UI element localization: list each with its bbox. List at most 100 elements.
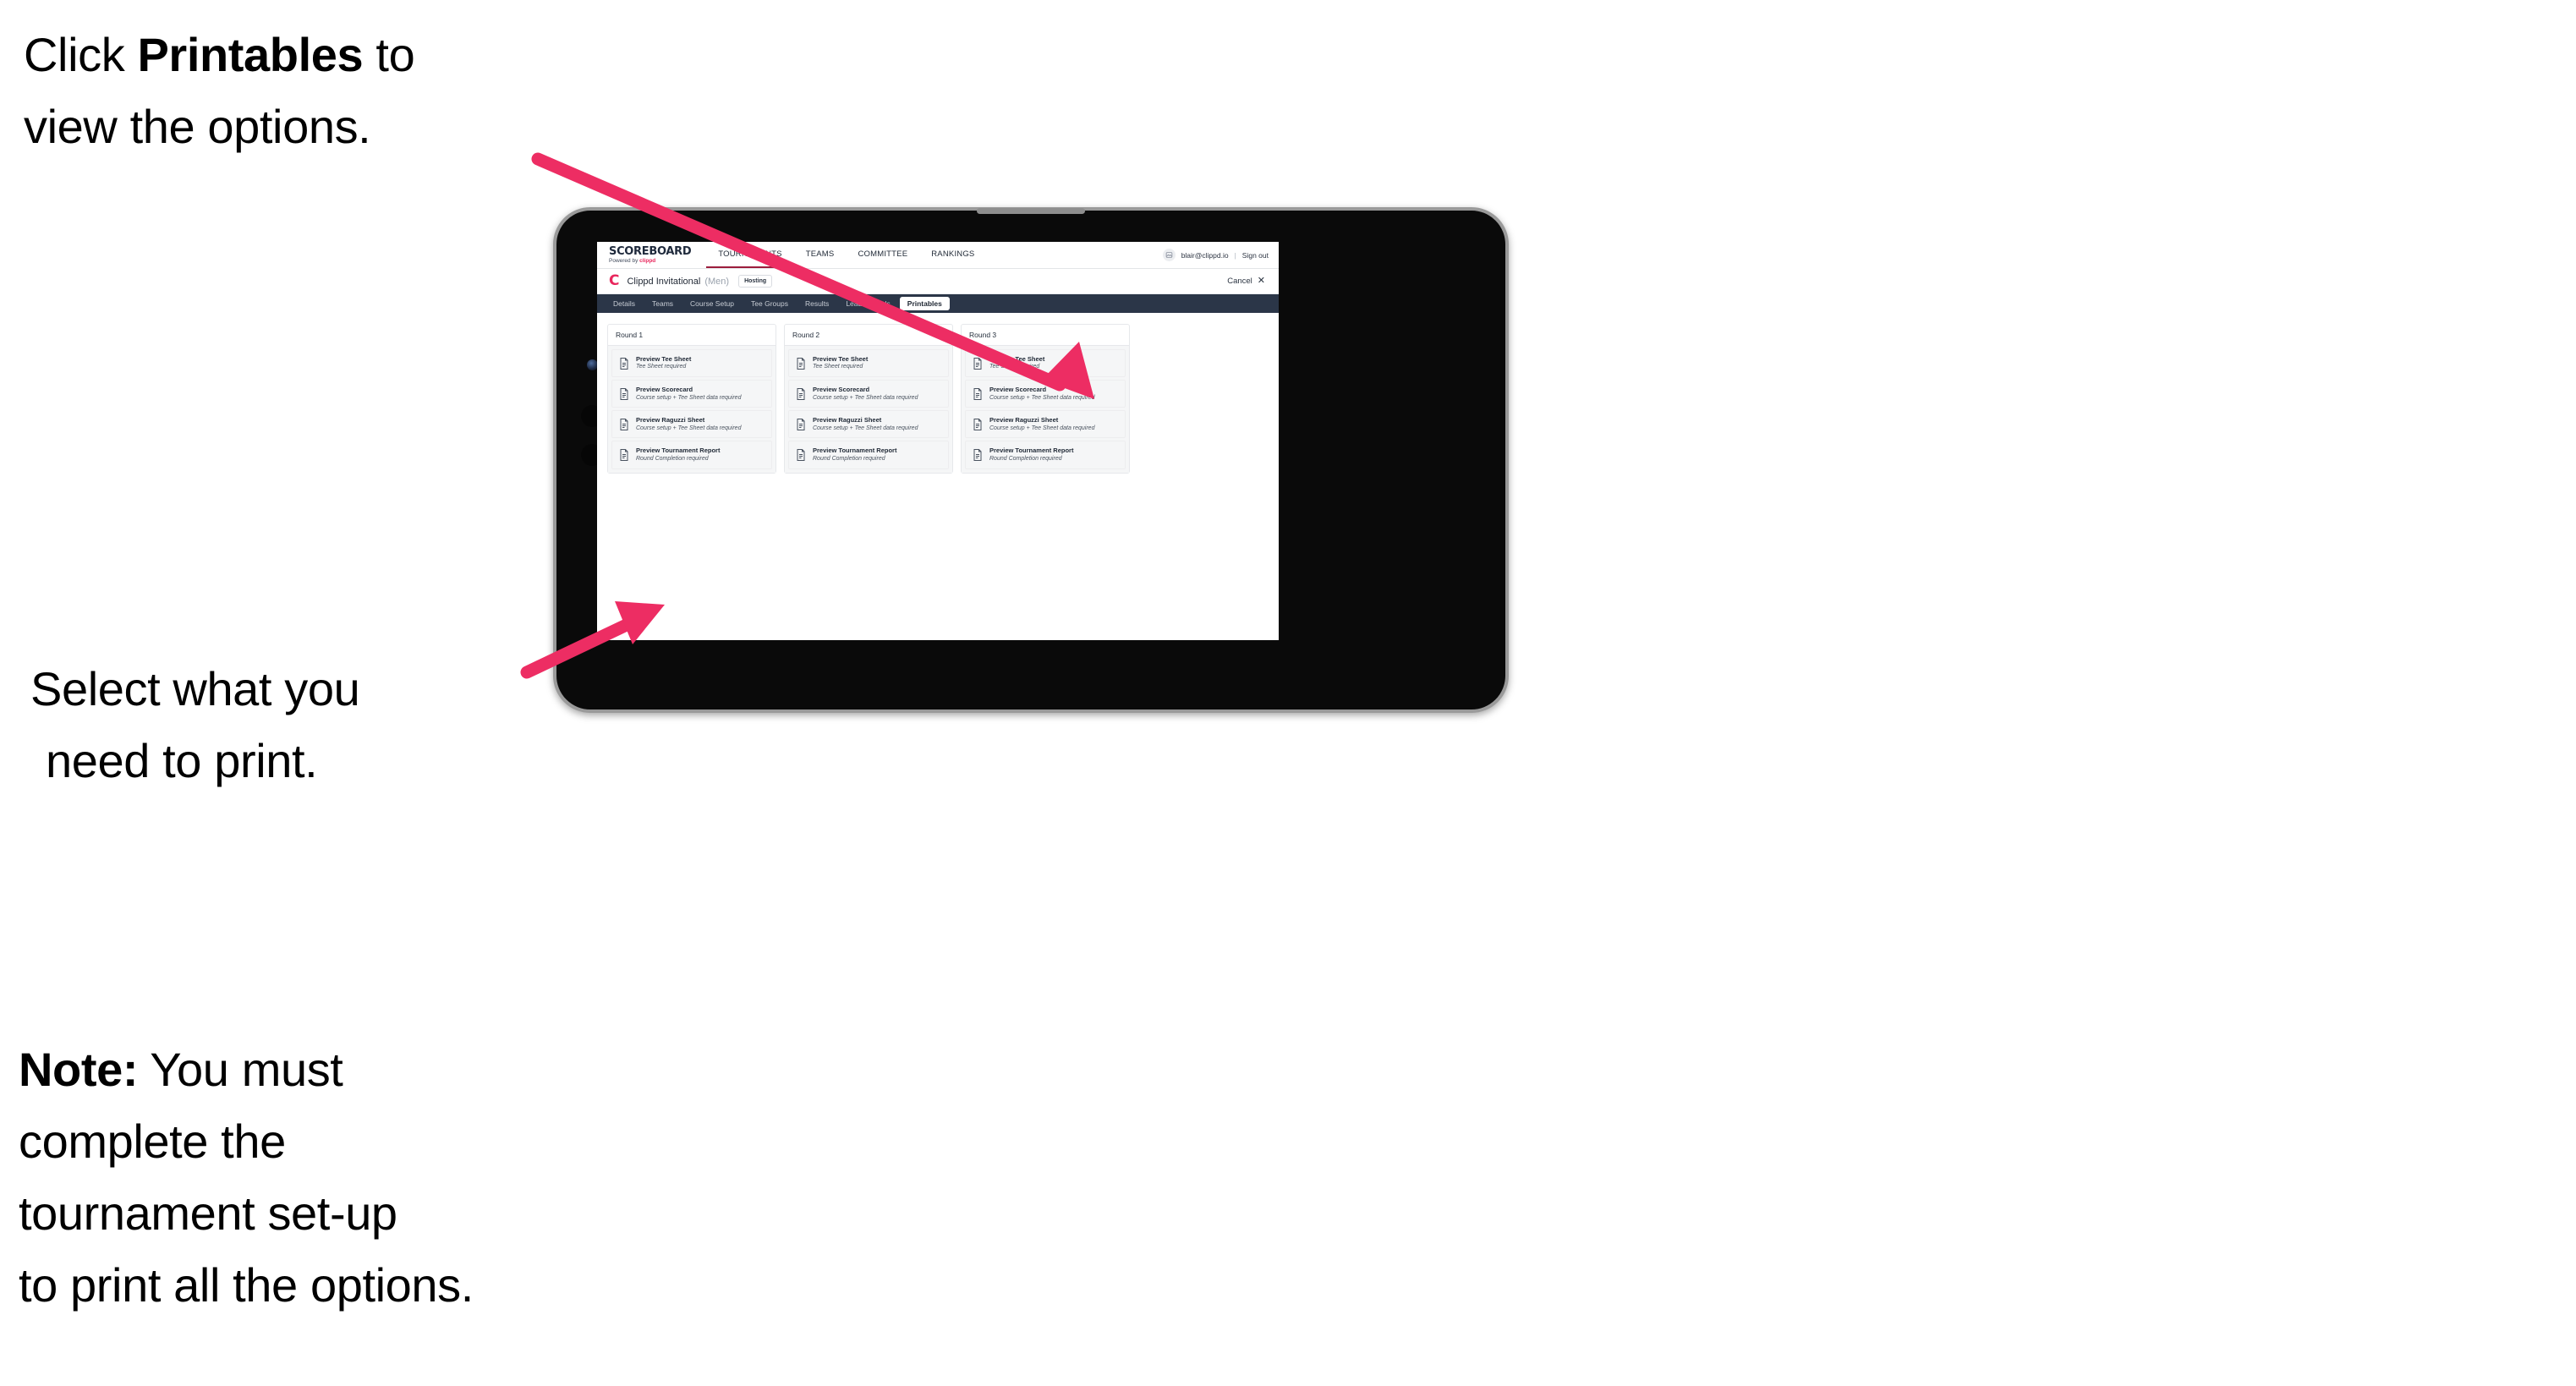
printable-title: Preview Scorecard [636, 386, 693, 394]
printable-requirement: Tee Sheet required [636, 364, 687, 370]
callout-middle-line2: need to print. [46, 734, 318, 788]
callout-note-line4: to print all the options. [19, 1258, 474, 1312]
tournament-name: Clippd Invitational [627, 276, 701, 287]
printable-item-scorecard[interactable]: Preview Scorecard Course setup + Tee She… [611, 380, 772, 408]
tab-results[interactable]: Results [797, 297, 836, 311]
document-icon [796, 418, 806, 430]
printable-title: Preview Scorecard [813, 386, 870, 394]
printable-item-tee-sheet[interactable]: Preview Tee Sheet Tee Sheet required [611, 349, 772, 378]
tab-printables[interactable]: Printables [899, 296, 950, 311]
printable-item-tournament-report[interactable]: Preview Tournament Report Round Completi… [965, 441, 1126, 469]
callout-top-line2: view the options. [24, 100, 371, 154]
printable-requirement: Course setup + Tee Sheet data required [813, 394, 918, 401]
cancel-button-label: Cancel [1227, 277, 1252, 286]
printable-item-tournament-report[interactable]: Preview Tournament Report Round Completi… [611, 441, 772, 469]
brand-logo[interactable]: SCOREBOARD Powered by clippd [609, 242, 706, 268]
sign-out-link[interactable]: Sign out [1242, 251, 1269, 260]
primary-nav: TOURNAMENTS TEAMS COMMITTEE RANKINGS [706, 242, 986, 268]
printable-title: Preview Tournament Report [989, 446, 1074, 455]
printable-item-scorecard[interactable]: Preview Scorecard Course setup + Tee She… [788, 380, 949, 408]
printable-title: Preview Tee Sheet [813, 355, 869, 363]
nav-item-teams[interactable]: TEAMS [794, 242, 847, 268]
brand-tagline: Powered by clippd [609, 257, 691, 265]
user-avatar-icon[interactable] [1162, 249, 1176, 261]
brand-tagline-clippd: clippd [639, 257, 656, 264]
nav-item-rankings[interactable]: RANKINGS [919, 242, 986, 268]
document-icon [619, 357, 629, 370]
tab-course-setup[interactable]: Course Setup [682, 297, 742, 311]
section-tabbar: Details Teams Course Setup Tee Groups Re… [597, 294, 1279, 313]
nav-item-committee[interactable]: COMMITTEE [846, 242, 919, 268]
printable-item-raguzzi-sheet[interactable]: Preview Raguzzi Sheet Course setup + Tee… [965, 410, 1126, 439]
printable-item-tee-sheet[interactable]: Preview Tee Sheet Tee Sheet required [788, 349, 949, 378]
printable-title: Preview Tournament Report [636, 446, 721, 455]
printable-item-raguzzi-sheet[interactable]: Preview Raguzzi Sheet Course setup + Tee… [788, 410, 949, 439]
status-badge: Hosting [738, 275, 773, 288]
printable-requirement: Course setup + Tee Sheet data required [636, 394, 742, 401]
printables-panel: Round 1 Preview Tee Sheet Tee Sheet requ… [597, 313, 1279, 640]
round-3-items: Preview Tee Sheet Tee Sheet required Pre… [962, 346, 1129, 473]
callout-note: Note: You must complete the tournament s… [19, 1033, 695, 1321]
printable-item-tee-sheet[interactable]: Preview Tee Sheet Tee Sheet required [965, 349, 1126, 378]
account-separator: | [1234, 250, 1236, 260]
round-2-items: Preview Tee Sheet Tee Sheet required Pre… [785, 346, 952, 473]
account-email: blair@clippd.io [1181, 250, 1229, 260]
printable-requirement: Course setup + Tee Sheet data required [813, 425, 918, 431]
printable-requirement: Course setup + Tee Sheet data required [989, 425, 1095, 431]
document-icon [796, 448, 806, 461]
tab-details[interactable]: Details [606, 297, 643, 311]
tournament-gender: (Men) [704, 276, 730, 287]
printable-title: Preview Tournament Report [813, 446, 897, 455]
round-1-items: Preview Tee Sheet Tee Sheet required Pre… [608, 346, 776, 473]
printable-title: Preview Tee Sheet [636, 355, 692, 363]
printable-requirement: Course setup + Tee Sheet data required [636, 425, 742, 431]
cancel-button[interactable]: Cancel ✕ [1227, 276, 1269, 287]
account-area: blair@clippd.io | Sign out [1162, 242, 1279, 268]
nav-item-tournaments[interactable]: TOURNAMENTS [706, 242, 794, 268]
printable-title: Preview Raguzzi Sheet [989, 416, 1059, 425]
printable-requirement: Course setup + Tee Sheet data required [989, 394, 1095, 401]
tablet-screen: SCOREBOARD Powered by clippd TOURNAMENTS… [597, 242, 1279, 640]
callout-click-printables: Click Printables to view the options. [24, 19, 599, 162]
printable-title: Preview Scorecard [989, 386, 1047, 394]
tournament-header: C Clippd Invitational (Men) Hosting Canc… [597, 269, 1279, 294]
round-column-3: Round 3 Preview Tee Sheet Tee Sheet requ… [961, 324, 1130, 474]
document-icon [619, 387, 629, 400]
round-title: Round 1 [608, 325, 776, 346]
close-icon: ✕ [1257, 276, 1265, 286]
tab-leaderboards[interactable]: Leaderboards [838, 297, 897, 311]
document-icon [973, 357, 983, 370]
printable-title: Preview Raguzzi Sheet [636, 416, 705, 425]
printable-item-scorecard[interactable]: Preview Scorecard Course setup + Tee She… [965, 380, 1126, 408]
printable-requirement: Tee Sheet required [989, 364, 1040, 370]
round-title: Round 3 [962, 325, 1129, 346]
printable-title: Preview Tee Sheet [989, 355, 1045, 363]
clippd-logo-icon: C [609, 272, 620, 289]
printable-item-raguzzi-sheet[interactable]: Preview Raguzzi Sheet Course setup + Tee… [611, 410, 772, 439]
round-column-2: Round 2 Preview Tee Sheet Tee Sheet requ… [784, 324, 953, 474]
round-title: Round 2 [785, 325, 952, 346]
printable-requirement: Round Completion required [989, 455, 1062, 462]
document-icon [973, 448, 983, 461]
tab-tee-groups[interactable]: Tee Groups [743, 297, 796, 311]
speaker-slot-icon [977, 208, 1085, 214]
document-icon [619, 418, 629, 430]
callout-note-label: Note: [19, 1043, 139, 1096]
printable-requirement: Round Completion required [636, 455, 709, 462]
callout-middle-line1: Select what you [30, 662, 360, 715]
callout-top-bold: Printables [137, 28, 364, 81]
callout-note-line2: complete the [19, 1115, 286, 1169]
brand-tagline-prefix: Powered by [609, 257, 640, 264]
document-icon [973, 387, 983, 400]
callout-select-what-to-print: Select what you need to print. [30, 653, 589, 797]
document-icon [796, 387, 806, 400]
callout-note-line3: tournament set-up [19, 1186, 397, 1241]
printable-title: Preview Raguzzi Sheet [813, 416, 882, 425]
printable-requirement: Round Completion required [813, 455, 885, 462]
app-topbar: SCOREBOARD Powered by clippd TOURNAMENTS… [597, 242, 1279, 269]
callout-note-line1: You must [138, 1043, 343, 1096]
document-icon [796, 357, 806, 370]
tab-teams[interactable]: Teams [644, 297, 681, 311]
round-column-1: Round 1 Preview Tee Sheet Tee Sheet requ… [607, 324, 776, 474]
printable-item-tournament-report[interactable]: Preview Tournament Report Round Completi… [788, 441, 949, 469]
